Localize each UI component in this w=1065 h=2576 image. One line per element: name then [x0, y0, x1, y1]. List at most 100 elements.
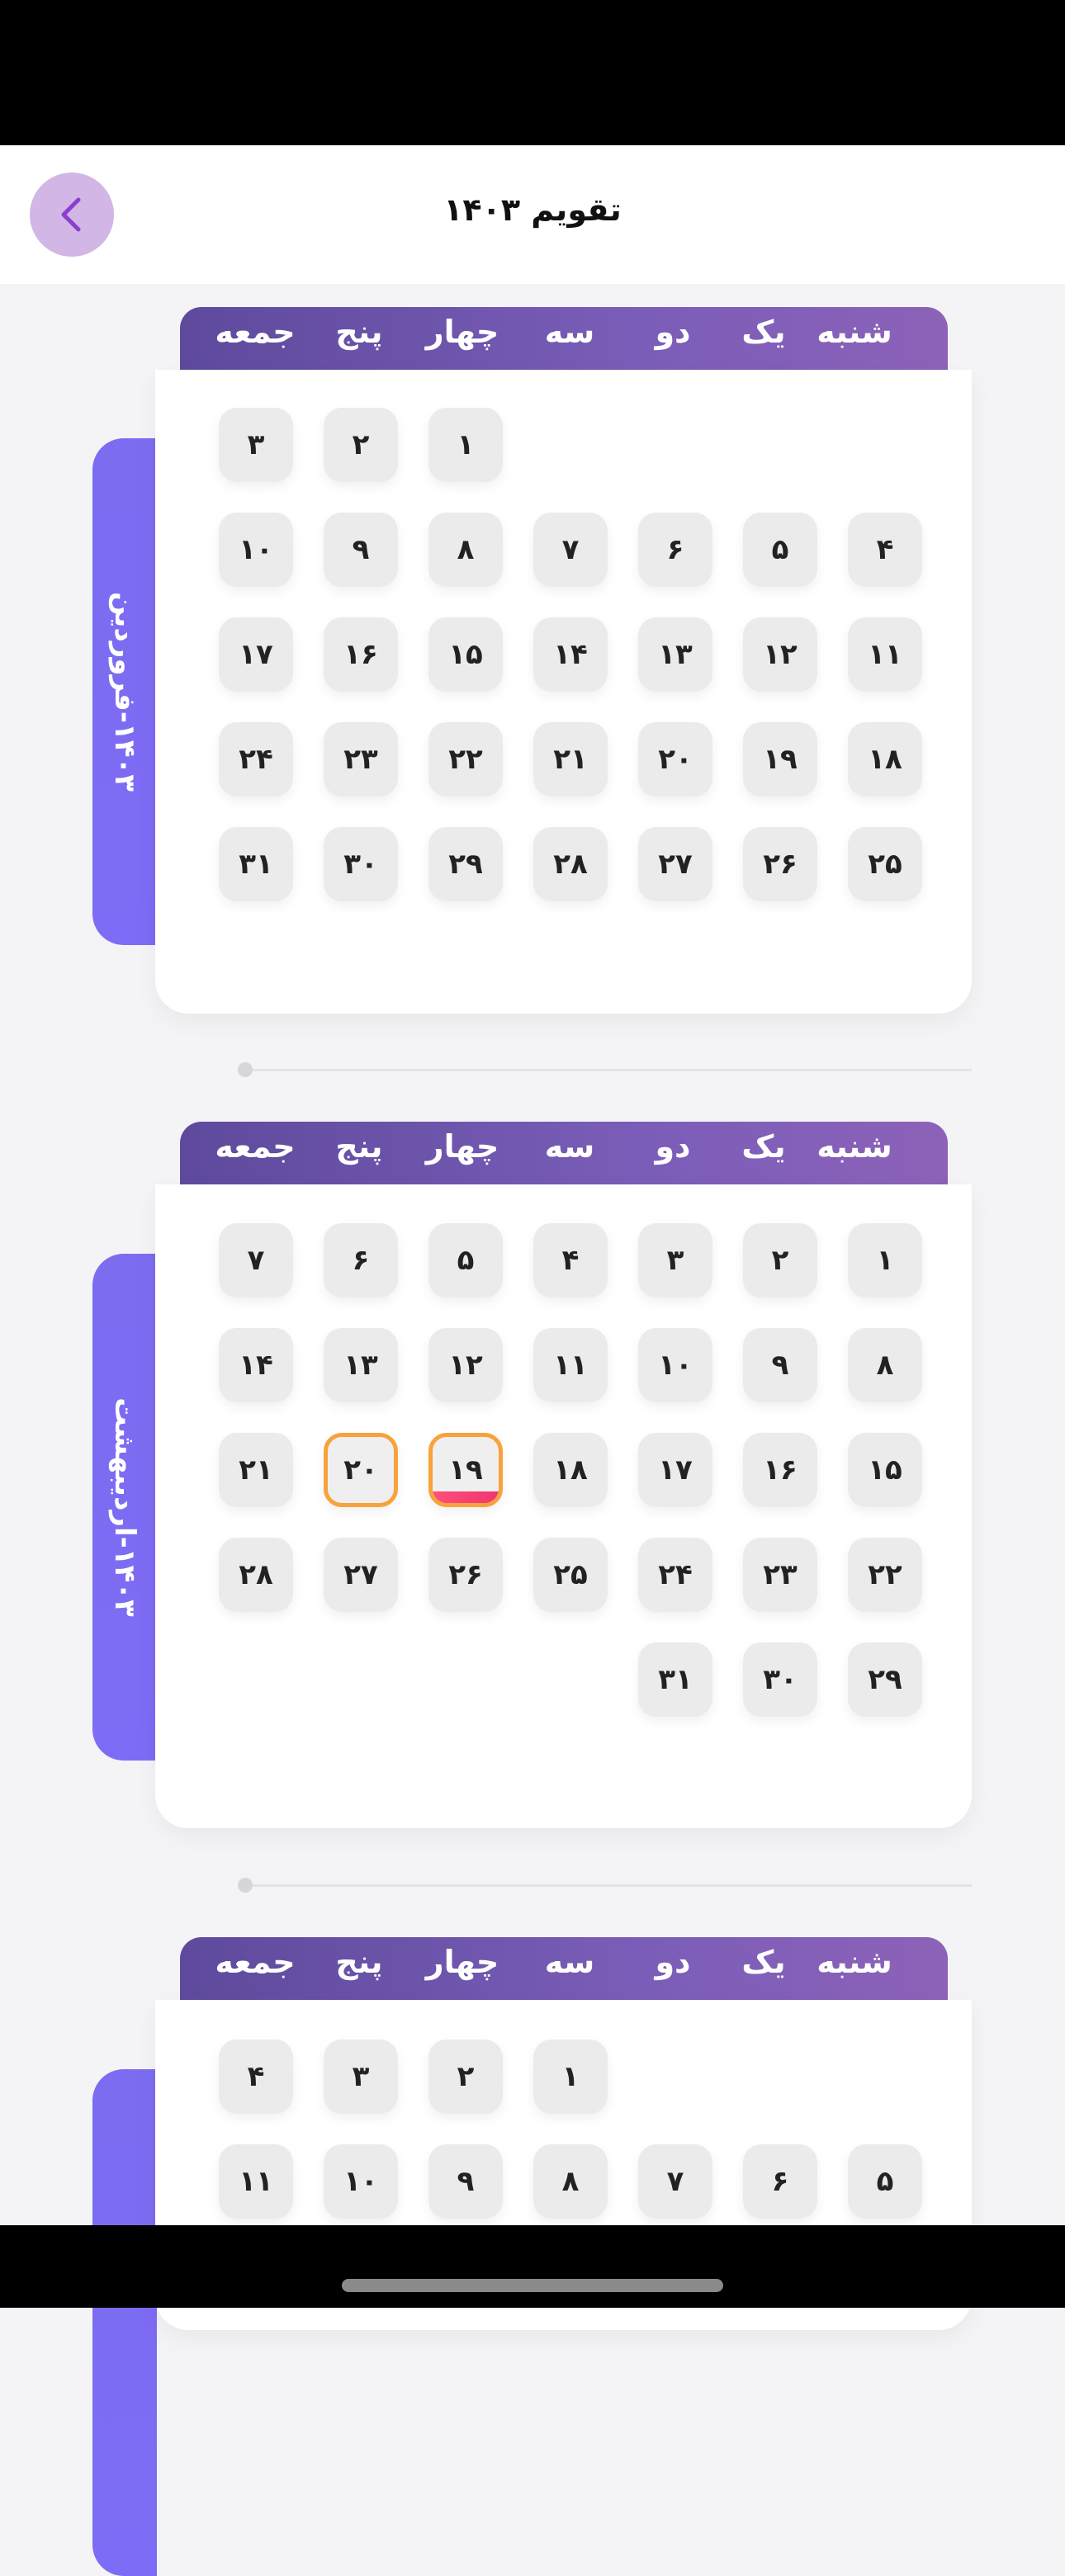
calendar-day[interactable]: ۳۰	[324, 827, 398, 901]
calendar-day[interactable]: ۱۴	[219, 1328, 293, 1402]
calendar-day[interactable]: ۶	[324, 1223, 398, 1297]
calendar-day[interactable]: ۸	[848, 1328, 922, 1402]
calendar-day[interactable]: ۲۱	[219, 1433, 293, 1507]
calendar-day[interactable]: ۲۸	[533, 827, 608, 901]
weekday-label: پنج	[335, 1128, 383, 1165]
app-header: تقویم ۱۴۰۳	[0, 145, 1065, 284]
calendar-day[interactable]: ۲۷	[324, 1538, 398, 1612]
calendar-day[interactable]: ۲۴	[219, 722, 293, 796]
calendar-day[interactable]: ۷	[219, 1223, 293, 1297]
calendar-day[interactable]: ۱۱	[219, 2144, 293, 2219]
calendar-day[interactable]: ۲۵	[533, 1538, 608, 1612]
calendar-day[interactable]: ۲۴	[638, 1538, 712, 1612]
calendar-day[interactable]: ۱۰	[324, 2144, 398, 2219]
calendar-day[interactable]: ۲۲	[848, 1538, 922, 1612]
calendar-day[interactable]: ۱۰	[219, 513, 293, 587]
calendar-day[interactable]: ۶	[638, 513, 712, 587]
calendar-day[interactable]: ۱۶	[324, 617, 398, 692]
calendar-day[interactable]: ۱۸	[848, 722, 922, 796]
calendar-day[interactable]: ۱۵	[848, 1433, 922, 1507]
calendar-day[interactable]: ۱۴	[533, 617, 608, 692]
weekday-label: پنج	[335, 1944, 383, 1980]
calendar-day[interactable]: ۲۱	[533, 722, 608, 796]
weekday-label: جمعه	[215, 314, 296, 350]
calendar-day[interactable]: ۹	[428, 2144, 503, 2219]
calendar-day[interactable]: ۹	[324, 513, 398, 587]
calendar-day[interactable]: ۸	[428, 513, 503, 587]
calendar-day[interactable]: ۱۱	[533, 1328, 608, 1402]
calendar-day[interactable]: ۴	[219, 2040, 293, 2114]
calendar-day[interactable]: ۲۲	[428, 722, 503, 796]
month-tab[interactable]: ۱۴۰۳-اردیبهشت	[92, 1254, 157, 1761]
calendar-day[interactable]: ۲۰	[324, 1433, 398, 1507]
calendar-day[interactable]: ۹	[743, 1328, 817, 1402]
calendar-day[interactable]: ۴	[848, 513, 922, 587]
month-tab[interactable]	[92, 2069, 157, 2576]
weekday-label: یک	[741, 1944, 786, 1980]
weekday-header: شنبه یک دو سه چهار پنج جمعه	[180, 1937, 948, 2000]
weekday-header: شنبه یک دو سه چهار پنج جمعه	[180, 307, 948, 370]
calendar-day[interactable]: ۲۳	[324, 722, 398, 796]
month-label: ۱۴۰۳-فروردین	[108, 591, 141, 792]
calendar-day[interactable]: ۲۶	[743, 827, 817, 901]
status-bar	[0, 0, 1065, 145]
calendar-day[interactable]: ۱۸	[533, 1433, 608, 1507]
month-divider	[238, 1884, 972, 1887]
calendar-day[interactable]: ۱	[428, 408, 503, 482]
navigation-bar	[0, 2225, 1065, 2308]
calendar-day[interactable]: ۱۹	[428, 1433, 503, 1507]
weekday-label: شنبه	[816, 1944, 892, 1980]
calendar-day[interactable]: ۲۶	[428, 1538, 503, 1612]
calendar-day[interactable]: ۷	[533, 513, 608, 587]
home-indicator[interactable]	[342, 2279, 723, 2292]
calendar-day[interactable]: ۱۱	[848, 617, 922, 692]
calendar-day[interactable]: ۳	[219, 408, 293, 482]
calendar-day[interactable]: ۵	[743, 513, 817, 587]
calendar-day[interactable]: ۲۹	[848, 1642, 922, 1717]
weekday-label: چهار	[425, 314, 499, 350]
calendar-day[interactable]: ۱۹	[743, 722, 817, 796]
calendar-day[interactable]: ۱۲	[743, 617, 817, 692]
calendar-day[interactable]: ۶	[743, 2144, 817, 2219]
calendar-day[interactable]: ۱۰	[638, 1328, 712, 1402]
calendar-day[interactable]: ۲	[743, 1223, 817, 1297]
calendar-day[interactable]: ۲۷	[638, 827, 712, 901]
divider-dot	[238, 1878, 253, 1893]
calendar-day[interactable]: ۱۲	[428, 1328, 503, 1402]
calendar-day[interactable]: ۱۳	[638, 617, 712, 692]
calendar-day[interactable]: ۱	[533, 2040, 608, 2114]
calendar-day[interactable]: ۳	[324, 2040, 398, 2114]
calendar-day[interactable]: ۳۱	[638, 1642, 712, 1717]
calendar-day[interactable]: ۲	[324, 408, 398, 482]
divider-dot	[238, 1062, 253, 1077]
weekday-label: سه	[544, 1128, 595, 1165]
calendar-day[interactable]: ۲۸	[219, 1538, 293, 1612]
calendar-day[interactable]: ۷	[638, 2144, 712, 2219]
calendar-day[interactable]: ۱	[848, 1223, 922, 1297]
calendar-day[interactable]: ۲	[428, 2040, 503, 2114]
month-tab[interactable]: ۱۴۰۳-فروردین	[92, 438, 157, 945]
weekday-label: یک	[741, 1128, 786, 1165]
calendar-day[interactable]: ۳	[638, 1223, 712, 1297]
calendar-day[interactable]: ۲۹	[428, 827, 503, 901]
weekday-label: شنبه	[816, 1128, 892, 1165]
calendar-day[interactable]: ۱۳	[324, 1328, 398, 1402]
weekday-label: یک	[741, 314, 786, 350]
calendar-day[interactable]: ۱۷	[219, 617, 293, 692]
calendar-day[interactable]: ۵	[848, 2144, 922, 2219]
calendar-day[interactable]: ۲۳	[743, 1538, 817, 1612]
weekday-label: دو	[655, 314, 691, 350]
calendar-day[interactable]: ۲۵	[848, 827, 922, 901]
calendar-day[interactable]: ۱۷	[638, 1433, 712, 1507]
calendar-day[interactable]: ۱۵	[428, 617, 503, 692]
weekday-label: شنبه	[816, 314, 892, 350]
calendar-day[interactable]: ۲۰	[638, 722, 712, 796]
weekday-label: جمعه	[215, 1944, 296, 1980]
calendar-day[interactable]: ۴	[533, 1223, 608, 1297]
calendar-day[interactable]: ۸	[533, 2144, 608, 2219]
calendar-day[interactable]: ۱۶	[743, 1433, 817, 1507]
calendar-day[interactable]: ۵	[428, 1223, 503, 1297]
calendar-day[interactable]: ۳۱	[219, 827, 293, 901]
calendar-day[interactable]: ۳۰	[743, 1642, 817, 1717]
weekday-header: شنبه یک دو سه چهار پنج جمعه	[180, 1122, 948, 1184]
